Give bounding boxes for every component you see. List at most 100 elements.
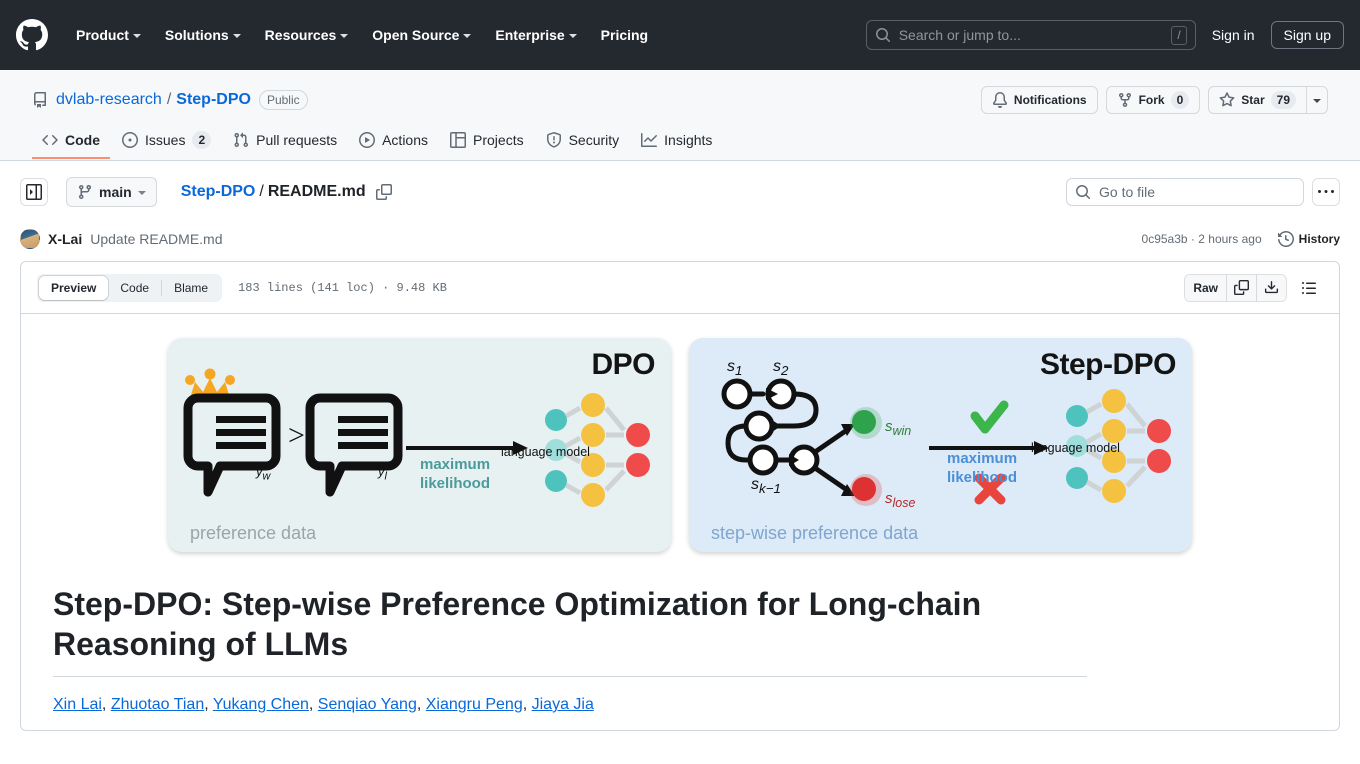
dpo-arrow-label-line1: maximum [420, 456, 491, 473]
nav-item-product[interactable]: Product [64, 21, 153, 49]
global-header: Product Solutions Resources Open Source … [0, 0, 1360, 70]
nav-item-resources[interactable]: Resources [253, 21, 361, 49]
stepdpo-win-label: swin [885, 418, 912, 438]
author-link[interactable]: Xiangru Peng [426, 696, 523, 713]
go-to-file-input[interactable]: Go to file [1066, 178, 1304, 206]
view-preview-button[interactable]: Preview [39, 275, 109, 300]
list-unordered-icon[interactable] [1295, 274, 1323, 302]
tab-projects[interactable]: Projects [440, 125, 534, 159]
tab-label: Code [65, 132, 100, 148]
repo-owner-link[interactable]: dvlab-research [56, 91, 162, 109]
copy-icon[interactable] [1226, 274, 1256, 301]
tab-insights[interactable]: Insights [631, 125, 722, 159]
nav-item-open-source[interactable]: Open Source [360, 21, 483, 49]
view-code-button[interactable]: Code [108, 276, 161, 300]
chevron-down-icon [340, 34, 349, 38]
fork-icon [1117, 92, 1133, 108]
author-separator: , [416, 696, 426, 713]
sign-up-button[interactable]: Sign up [1270, 20, 1344, 50]
view-blame-button[interactable]: Blame [162, 276, 220, 300]
raw-button-group: Raw [1184, 273, 1287, 302]
tab-label: Pull requests [256, 132, 338, 148]
commit-author-link[interactable]: X-Lai [48, 231, 82, 247]
fork-label: Fork [1138, 93, 1165, 107]
copy-path-icon[interactable] [375, 184, 392, 200]
author-link[interactable]: Yukang Chen [213, 696, 309, 713]
search-placeholder: Search or jump to... [898, 27, 1021, 43]
chevron-down-icon [137, 191, 146, 195]
tab-code[interactable]: Code [32, 125, 110, 159]
file-stats: 183 lines (141 loc) · 9.48 KB [238, 280, 447, 295]
commit-sha[interactable]: 0c95a3b [1142, 232, 1188, 246]
tab-label: Security [568, 132, 620, 148]
repo-name-link[interactable]: Step-DPO [176, 91, 251, 109]
raw-button[interactable]: Raw [1185, 274, 1226, 301]
nav-item-label: Enterprise [495, 27, 565, 43]
fork-button[interactable]: Fork 0 [1105, 86, 1201, 114]
readme-container: Preview Code Blame 183 lines (141 loc) ·… [20, 261, 1340, 731]
go-to-file-placeholder: Go to file [1099, 184, 1156, 200]
stepdpo-arrow-label: maximum likelihood [947, 450, 1017, 488]
author-list: Xin Lai, Zhuotao Tian, Yukang Chen, Senq… [53, 693, 1307, 717]
nav-item-label: Pricing [600, 27, 649, 43]
github-mark-icon[interactable] [16, 19, 48, 51]
issue-opened-icon [122, 132, 138, 148]
author-link[interactable]: Jiaya Jia [532, 696, 594, 713]
history-label: History [1298, 232, 1340, 246]
star-count: 79 [1270, 91, 1296, 109]
sign-in-button[interactable]: Sign in [1210, 23, 1257, 47]
tab-pull-requests[interactable]: Pull requests [223, 125, 347, 159]
commit-time: 2 hours ago [1198, 232, 1262, 246]
table-icon [450, 132, 467, 148]
tab-security[interactable]: Security [536, 125, 630, 159]
tab-issues[interactable]: Issues 2 [112, 124, 221, 160]
git-pull-request-icon [233, 132, 249, 148]
stepdpo-arrow-label-line2: likelihood [947, 468, 1018, 486]
dpo-arrow-label: maximum likelihood [420, 456, 490, 494]
git-branch-icon [77, 184, 93, 200]
stepdpo-node-label-s2: s2 [773, 358, 789, 379]
repository-breadcrumb: dvlab-research / Step-DPO [56, 91, 251, 109]
author-link[interactable]: Xin Lai [53, 696, 102, 713]
repo-separator: / [166, 91, 172, 108]
nav-item-solutions[interactable]: Solutions [153, 21, 253, 49]
sidebar-expand-icon[interactable] [20, 178, 48, 206]
author-link[interactable]: Senqiao Yang [318, 696, 417, 713]
star-dropdown-button[interactable] [1306, 86, 1328, 114]
search-input[interactable]: Search or jump to... / [865, 20, 1196, 50]
star-button[interactable]: Star 79 [1208, 86, 1306, 114]
file-navigation-bar: main Step-DPO / README.md Go to file [0, 161, 1360, 207]
breadcrumb-repo-link[interactable]: Step-DPO [181, 183, 256, 201]
nav-item-pricing[interactable]: Pricing [589, 21, 660, 49]
page-title: Step-DPO: Step-wise Preference Optimizat… [53, 584, 1087, 677]
dpo-diagram-graphic: > [183, 368, 650, 507]
star-icon [1219, 92, 1235, 108]
breadcrumb-separator: / [259, 183, 264, 200]
notifications-button[interactable]: Notifications [980, 86, 1098, 114]
history-button[interactable]: History [1277, 231, 1340, 247]
tab-actions[interactable]: Actions [349, 125, 438, 159]
readme-content: DPO > yw yl maximum likelihood language … [21, 314, 1339, 730]
star-button-group: Star 79 [1208, 86, 1328, 114]
branch-name-label: main [99, 184, 132, 200]
download-icon[interactable] [1256, 274, 1286, 301]
kebab-horizontal-icon[interactable] [1312, 178, 1340, 206]
avatar[interactable] [20, 229, 40, 249]
file-view-switcher: Preview Code Blame [37, 273, 223, 302]
nav-item-label: Product [76, 27, 129, 43]
tab-issues-count: 2 [192, 131, 212, 149]
repository-title-row: dvlab-research / Step-DPO Public Notific… [32, 86, 1328, 114]
repository-header: dvlab-research / Step-DPO Public Notific… [0, 70, 1360, 161]
stepdpo-language-model-label: language model [1031, 441, 1120, 455]
commit-separator: · [1190, 232, 1195, 246]
global-nav: Product Solutions Resources Open Source … [64, 21, 660, 49]
branch-selector-button[interactable]: main [66, 177, 157, 207]
star-label: Star [1241, 93, 1265, 107]
stepdpo-lose-label: slose [885, 490, 916, 510]
nav-item-enterprise[interactable]: Enterprise [483, 21, 588, 49]
author-link[interactable]: Zhuotao Tian [111, 696, 204, 713]
commit-message-link[interactable]: Update README.md [90, 231, 222, 247]
notifications-label: Notifications [1013, 93, 1087, 107]
svg-text:>: > [288, 419, 305, 452]
dpo-panel-caption: preference data [190, 523, 317, 543]
